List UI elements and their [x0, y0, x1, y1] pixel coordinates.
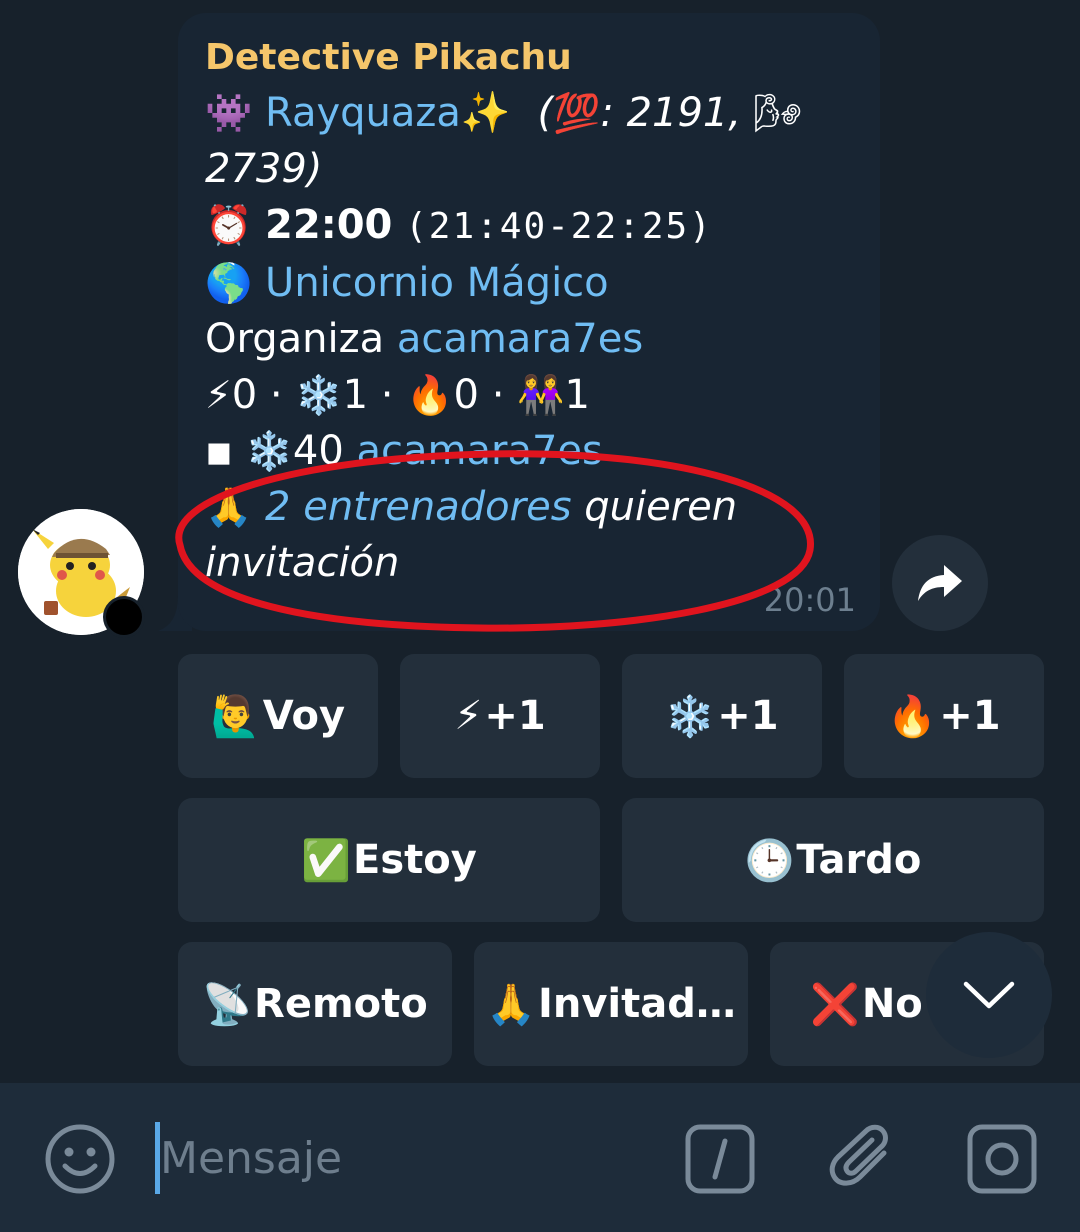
attendee-line: ◾ ❄️40 acamara7es: [205, 423, 854, 479]
remoto-button[interactable]: 📡 Remoto: [178, 942, 452, 1066]
plus-one-fire-button[interactable]: 🔥 +1: [844, 654, 1044, 778]
bot-command-icon[interactable]: [684, 1123, 756, 1195]
tardo-button[interactable]: 🕒 Tardo: [622, 798, 1044, 922]
hundred-points-icon: 💯: [553, 91, 601, 135]
raising-hand-icon: 🙋‍♂️: [210, 693, 261, 740]
plus-one-label: +1: [484, 693, 546, 739]
alien-monster-icon: 👾: [205, 91, 253, 135]
globe-icon: 🌎: [205, 261, 253, 305]
location-line: 🌎 Unicornio Mágico: [205, 255, 854, 311]
location-link[interactable]: Unicornio Mágico: [265, 260, 609, 306]
fire-icon: 🔥: [887, 693, 938, 740]
message-timestamp: 20:01: [763, 581, 856, 619]
no-label: No: [861, 981, 923, 1027]
plus-one-label: +1: [717, 693, 779, 739]
estoy-button[interactable]: ✅ Estoy: [178, 798, 600, 922]
clock-icon: 🕒: [744, 837, 795, 884]
stats-weather-cp: 2739): [205, 146, 323, 192]
pokemon-link[interactable]: Rayquaza✨: [265, 90, 511, 136]
message-input[interactable]: [160, 1125, 660, 1191]
organizer-label: Organiza: [205, 316, 397, 362]
alarm-clock-icon: ⏰: [205, 203, 253, 247]
attach-icon[interactable]: [828, 1123, 900, 1195]
status-dot: [103, 596, 145, 638]
count-lightning: 0 ·: [231, 372, 296, 418]
snowflake-icon: ❄️: [665, 693, 716, 740]
forward-arrow-icon: [918, 565, 962, 601]
wind-face-icon: 🌬: [753, 91, 803, 135]
lightning-icon: ⚡: [454, 693, 483, 739]
stats-cp: : 2191,: [600, 90, 754, 136]
fire-icon: 🔥: [406, 373, 454, 417]
camera-icon[interactable]: [966, 1123, 1038, 1195]
count-snowflake: 1 ·: [342, 372, 407, 418]
check-mark-icon: ✅: [301, 837, 351, 884]
black-square-icon: ◾: [205, 429, 233, 473]
cross-mark-icon: ❌: [810, 981, 860, 1028]
snowflake-icon: ❄️: [245, 429, 293, 473]
folded-hands-icon: 🙏: [205, 485, 253, 529]
pokemon-line: 👾 Rayquaza✨ (💯: 2191, 🌬 2739): [205, 85, 855, 197]
team-counts-line: ⚡0 · ❄️1 · 🔥0 · 👭1: [205, 367, 854, 423]
two-women-icon: 👭: [517, 373, 565, 417]
invitado-label: Invitad…: [537, 981, 736, 1027]
plus-one-label: +1: [939, 693, 1001, 739]
invite-line: 🙏 2 entrenadores quieren invitación: [205, 479, 785, 591]
tardo-label: Tardo: [796, 837, 922, 883]
snowflake-icon: ❄️: [295, 373, 343, 417]
voy-button[interactable]: 🙋‍♂️ Voy: [178, 654, 378, 778]
invitado-button[interactable]: 🙏 Invitad…: [474, 942, 748, 1066]
count-fire: 0 ·: [453, 372, 518, 418]
invite-link[interactable]: 2 entrenadores: [265, 484, 571, 530]
chevron-down-icon: [963, 981, 1015, 1009]
lightning-icon: ⚡: [205, 373, 232, 417]
voy-label: Voy: [262, 693, 346, 739]
plus-one-snowflake-button[interactable]: ❄️ +1: [622, 654, 822, 778]
folded-hands-icon: 🙏: [486, 981, 536, 1028]
plus-one-lightning-button[interactable]: ⚡ +1: [400, 654, 600, 778]
message-input-bar: [0, 1083, 1080, 1232]
estoy-label: Estoy: [353, 837, 477, 883]
emoji-icon[interactable]: [44, 1123, 116, 1195]
raid-time: 22:00: [265, 202, 393, 248]
sender-name[interactable]: Detective Pikachu: [205, 35, 854, 85]
scroll-down-button[interactable]: [926, 932, 1052, 1058]
attendee-link[interactable]: acamara7es: [357, 428, 603, 474]
count-people: 1: [564, 372, 590, 418]
time-line: ⏰ 22:00 (21:40-22:25): [205, 197, 854, 255]
attendee-level: 40: [292, 428, 357, 474]
organizer-link[interactable]: acamara7es: [397, 316, 643, 362]
remoto-label: Remoto: [254, 981, 428, 1027]
raid-time-range: (21:40-22:25): [405, 206, 713, 247]
message-bubble[interactable]: Detective Pikachu 👾 Rayquaza✨ (💯: 2191, …: [178, 13, 880, 631]
forward-button[interactable]: [892, 535, 988, 631]
stats-open: (: [537, 90, 554, 136]
satellite-antenna-icon: 📡: [202, 981, 253, 1028]
organizer-line: Organiza acamara7es: [205, 311, 854, 367]
